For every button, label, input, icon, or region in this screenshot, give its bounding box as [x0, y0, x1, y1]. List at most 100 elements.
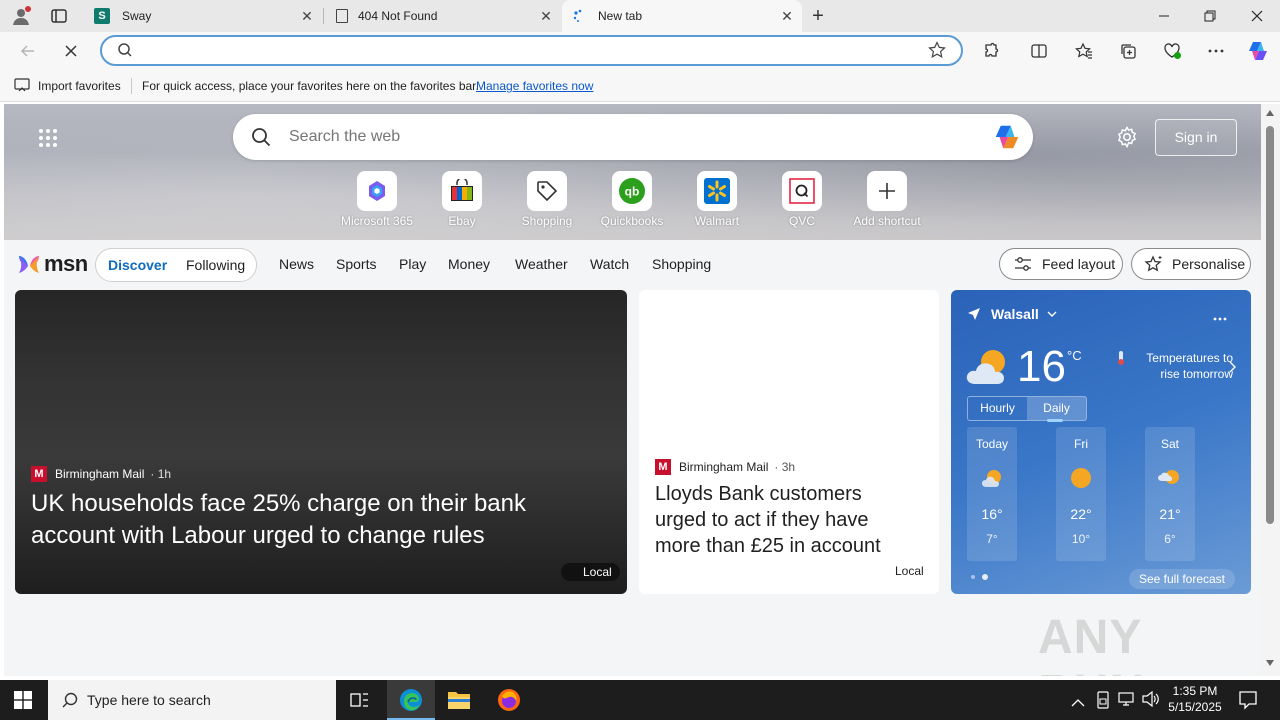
nav-weather[interactable]: Weather [515, 256, 568, 272]
more-options-icon[interactable] [1213, 308, 1227, 326]
file-explorer-icon[interactable] [447, 689, 471, 716]
weather-card[interactable]: Walsall 16 °C Temperatures to rise tomor… [951, 290, 1251, 594]
vertical-scrollbar[interactable] [1261, 104, 1280, 676]
weather-location[interactable]: Walsall [967, 306, 1057, 322]
import-favorites-button[interactable]: Import favorites [38, 79, 121, 93]
close-icon[interactable]: ✕ [539, 9, 553, 23]
forecast-day[interactable]: Sat 21° 6° [1145, 427, 1195, 561]
collections-icon[interactable] [1114, 37, 1142, 65]
taskbar-clock[interactable]: 1:35 PM 5/15/2025 [1166, 683, 1224, 715]
temperature-unit: °C [1067, 348, 1082, 363]
nav-money[interactable]: Money [448, 256, 490, 272]
notification-icon[interactable] [1238, 690, 1258, 715]
tab-actions-icon[interactable] [50, 8, 68, 24]
close-icon[interactable]: ✕ [300, 9, 314, 23]
plus-icon [867, 171, 907, 211]
tab-new-tab[interactable]: New tab ✕ [562, 0, 802, 32]
tab-title: 404 Not Found [358, 9, 438, 23]
svg-text:qb: qb [625, 185, 640, 199]
page-icon [336, 9, 348, 23]
copilot-icon[interactable] [1244, 37, 1272, 65]
address-input[interactable] [142, 40, 922, 61]
forecast-day[interactable]: Today 16° 7° [967, 427, 1017, 561]
new-tab-button[interactable]: + [808, 6, 828, 26]
personalise-label: Personalise [1172, 256, 1246, 272]
tab-following[interactable]: Following [186, 257, 245, 273]
source-name: Birmingham Mail [679, 460, 769, 474]
chevron-up-icon[interactable] [1071, 694, 1085, 712]
address-bar[interactable] [100, 35, 963, 66]
favorite-star-icon[interactable] [928, 41, 946, 64]
nav-play[interactable]: Play [399, 256, 426, 272]
windows-start-icon[interactable] [14, 691, 32, 714]
shortcut-label: Quickbooks [600, 214, 664, 228]
tab-discover[interactable]: Discover [108, 257, 167, 273]
settings-gear-icon[interactable] [1116, 126, 1138, 149]
shortcut-label: Microsoft 365 [340, 214, 414, 228]
minimize-button[interactable] [1141, 0, 1187, 32]
nav-news[interactable]: News [279, 256, 314, 272]
carousel-dot[interactable] [982, 574, 988, 580]
card-headline[interactable]: Lloyds Bank customers urged to act if th… [655, 481, 915, 559]
profile-icon[interactable] [10, 5, 32, 27]
feed-layout-button[interactable]: Feed layout [999, 248, 1123, 280]
msn-logo[interactable]: msn [16, 250, 88, 278]
card-headline[interactable]: UK households face 25% charge on their b… [31, 488, 591, 552]
stop-loading-button[interactable] [57, 37, 85, 65]
scroll-up-arrow[interactable] [1266, 110, 1274, 116]
copilot-icon[interactable] [992, 122, 1022, 157]
walmart-icon [697, 171, 737, 211]
shortcut-ebay[interactable]: Ebay [422, 171, 502, 231]
extensions-icon[interactable] [977, 37, 1005, 65]
sign-in-button[interactable]: Sign in [1155, 119, 1237, 156]
firefox-icon[interactable] [497, 688, 521, 717]
forecast-day[interactable]: Fri 22° 10° [1056, 427, 1106, 561]
sparkle-star-icon [1144, 255, 1164, 273]
personalise-button[interactable]: Personalise [1131, 248, 1251, 280]
news-card-main[interactable]: M Birmingham Mail · 1h UK households fac… [15, 290, 627, 594]
close-icon[interactable]: ✕ [780, 9, 794, 23]
device-icon[interactable] [1096, 691, 1110, 714]
see-full-forecast-button[interactable]: See full forecast [1129, 569, 1235, 589]
tab-daily[interactable]: Daily [1027, 397, 1086, 420]
split-screen-icon[interactable] [1025, 37, 1053, 65]
local-tag: Local [895, 564, 924, 578]
restore-button[interactable] [1187, 0, 1233, 32]
nav-watch[interactable]: Watch [590, 256, 629, 272]
volume-icon[interactable] [1142, 690, 1160, 712]
close-window-button[interactable] [1234, 0, 1280, 32]
shortcut-qvc[interactable]: QVC [762, 171, 842, 231]
taskbar-edge[interactable] [387, 680, 435, 720]
back-button[interactable] [14, 37, 42, 65]
shortcut-microsoft-365[interactable]: Microsoft 365 [337, 171, 417, 231]
source-age: · 3h [774, 460, 796, 474]
shortcut-shopping[interactable]: Shopping [507, 171, 587, 231]
clock-time: 1:35 PM [1172, 684, 1218, 698]
task-view-icon[interactable] [350, 691, 370, 714]
carousel-dot[interactable] [971, 575, 975, 579]
add-shortcut-button[interactable]: Add shortcut [847, 171, 927, 231]
search-placeholder: Search the web [289, 128, 401, 145]
nav-shopping[interactable]: Shopping [652, 256, 711, 272]
news-card-secondary[interactable]: M Birmingham Mail · 3h Lloyds Bank custo… [639, 290, 939, 594]
tab-404[interactable]: 404 Not Found ✕ [324, 0, 561, 32]
tab-hourly[interactable]: Hourly [968, 397, 1027, 420]
scroll-down-arrow[interactable] [1266, 660, 1274, 666]
nav-sports[interactable]: Sports [336, 256, 376, 272]
apps-launcher-icon[interactable] [38, 128, 58, 148]
network-icon[interactable] [1117, 691, 1135, 712]
scrollbar-thumb[interactable] [1266, 126, 1274, 524]
web-search-box[interactable]: Search the web [233, 114, 1033, 160]
source-name: Birmingham Mail [55, 467, 145, 481]
tab-sway[interactable]: S Sway ✕ [84, 0, 322, 32]
manage-favorites-link[interactable]: Manage favorites now [476, 79, 593, 93]
shortcut-quickbooks[interactable]: qb Quickbooks [592, 171, 672, 231]
taskbar-search[interactable]: Type here to search [48, 680, 336, 720]
forecast-day-name: Sat [1160, 437, 1179, 451]
browser-essentials-icon[interactable] [1158, 37, 1186, 65]
more-options-icon[interactable] [1202, 37, 1230, 65]
shortcut-walmart[interactable]: Walmart [677, 171, 757, 231]
favorites-icon[interactable] [1070, 37, 1098, 65]
chevron-right-icon[interactable] [1229, 360, 1236, 378]
weather-alert[interactable]: Temperatures to rise tomorrow [1131, 350, 1233, 382]
